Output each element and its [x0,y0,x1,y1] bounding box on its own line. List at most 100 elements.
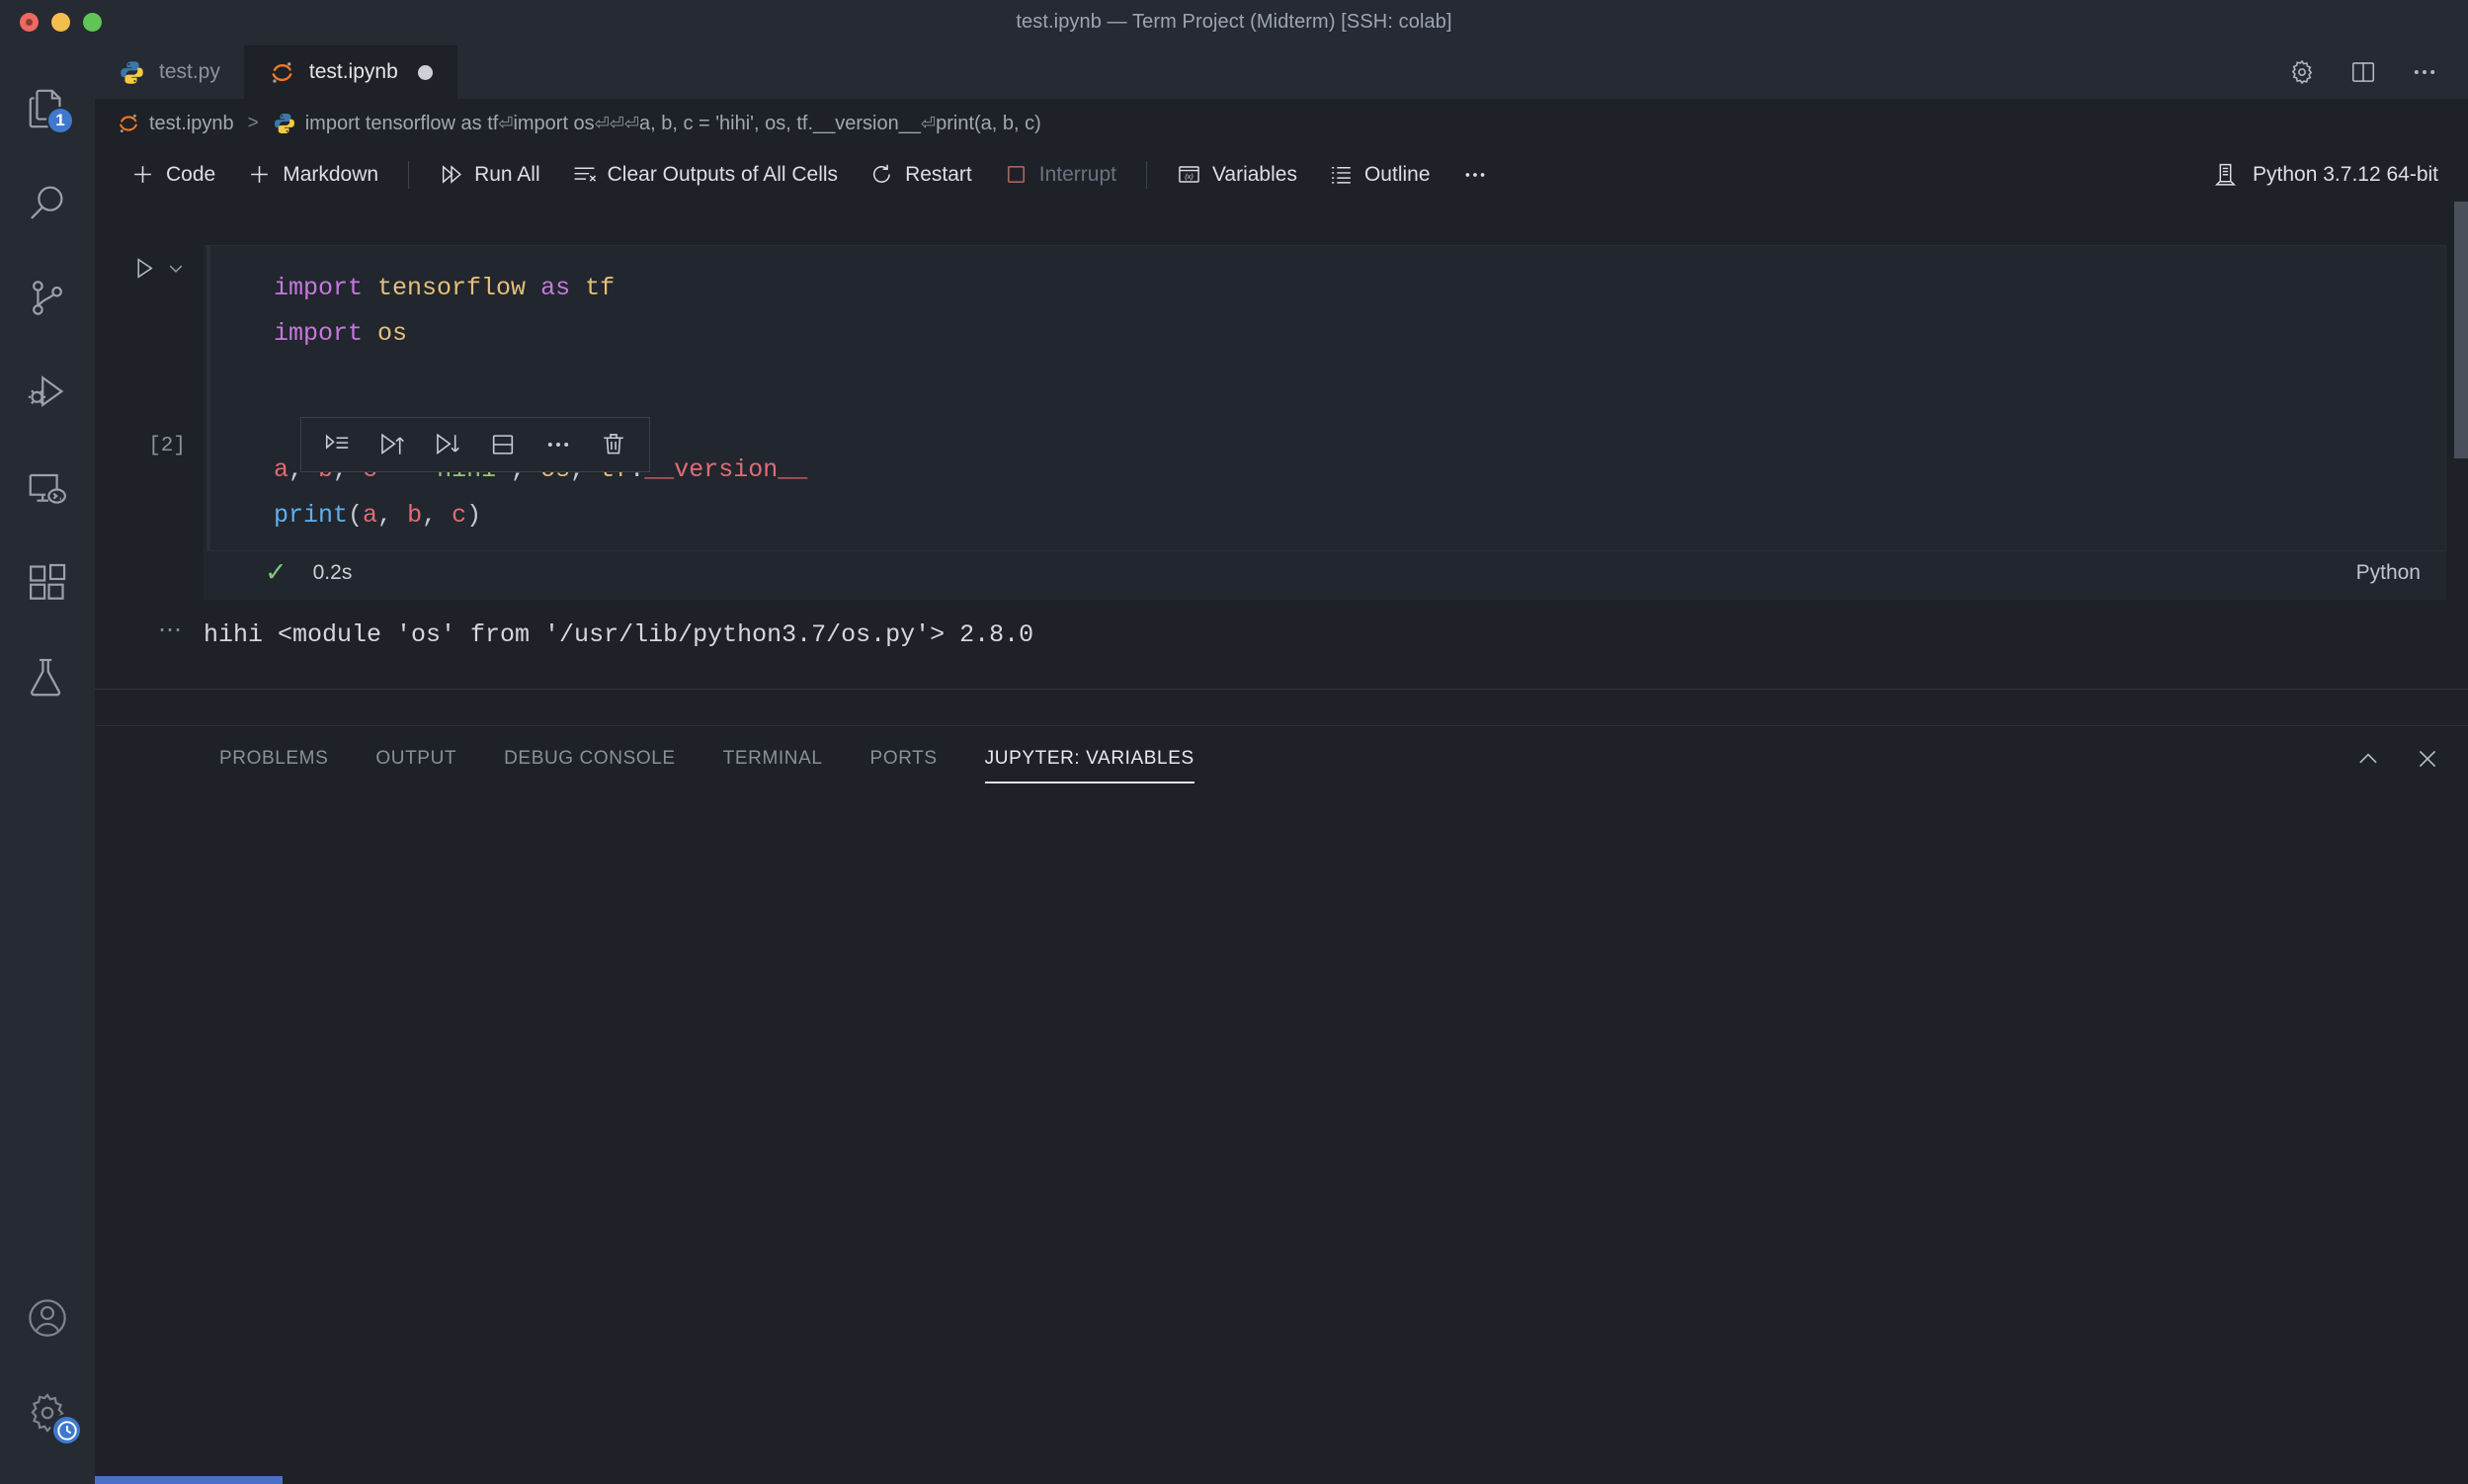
notebook-more-actions-button[interactable] [1446,156,1504,194]
output-more-button[interactable]: ⋯ [95,616,204,644]
code-token: , [422,501,452,530]
tab-problems[interactable]: PROBLEMS [219,734,328,783]
close-panel-button[interactable] [2415,746,2440,772]
restart-kernel-button[interactable]: Restart [854,156,988,193]
maximize-window-button[interactable] [83,13,102,32]
outline-button[interactable]: Outline [1313,156,1446,193]
sidebar-item-source-control[interactable] [0,251,95,346]
sidebar-item-explorer[interactable]: 1 [0,61,95,156]
notebook-scrollbar[interactable] [2454,202,2468,725]
clear-outputs-icon [574,167,596,182]
scrollbar-thumb[interactable] [2454,202,2468,458]
minimize-window-button[interactable] [51,13,70,32]
activity-bar-bottom [0,1271,95,1484]
clear-outputs-button[interactable]: Clear Outputs of All Cells [556,156,854,193]
tab-dirty-indicator[interactable] [417,64,433,80]
add-markdown-cell-button[interactable]: Markdown [231,156,394,193]
window-controls [0,13,102,32]
maximize-panel-button[interactable] [2355,746,2381,772]
cell-collapse-button[interactable] [166,259,186,284]
kernel-label: Python 3.7.12 64-bit [2253,162,2438,186]
tab-jupyter-variables[interactable]: JUPYTER: VARIABLES [984,734,1194,783]
run-by-line-icon [325,434,349,450]
cell-status-bar: ✓ 0.2s Python [204,551,2446,600]
source-control-icon [33,281,62,315]
code-token: a [363,501,378,530]
interrupt-kernel-button[interactable]: Interrupt [988,156,1132,193]
editor-toolbar [2288,45,2468,99]
add-code-cell-label: Code [166,162,216,186]
ellipsis-icon [1465,172,1484,177]
tab-test-ipynb[interactable]: test.ipynb [244,45,457,99]
toolbar-divider [408,160,410,189]
run-all-button[interactable]: Run All [423,156,556,193]
bottom-panel: PROBLEMS OUTPUT DEBUG CONSOLE TERMINAL P… [95,725,2468,1476]
tab-debug-console[interactable]: DEBUG CONSOLE [504,734,676,783]
code-token: os [377,319,408,348]
notebook-settings-button[interactable] [2288,58,2316,86]
outline-icon [1332,167,1351,184]
sidebar-item-extensions[interactable] [0,536,95,630]
tab-terminal[interactable]: TERMINAL [723,734,823,783]
add-code-cell-button[interactable]: Code [115,156,231,193]
tab-test-py[interactable]: test.py [95,45,245,99]
check-icon: ✓ [265,557,288,587]
variables-button[interactable]: (x) Variables [1161,156,1313,193]
kernel-selector[interactable]: Python 3.7.12 64-bit [2212,161,2468,188]
run-cell-button[interactable] [131,255,158,287]
tab-output[interactable]: OUTPUT [375,734,456,783]
split-cell-button[interactable] [475,418,531,471]
run-by-line-button[interactable] [309,418,365,471]
cell-editor[interactable]: import tensorflow as tfimport os a, b, c… [204,245,2446,551]
sidebar-item-remote-explorer[interactable] [0,441,95,536]
breadcrumb-code-fragment: import tensorflow as tf [304,112,499,134]
debug-icon [28,375,64,408]
code-token: tensorflow [377,274,527,302]
code-lines: import tensorflow as tfimport os a, b, c… [206,266,2445,538]
cell-more-actions-button[interactable] [531,418,586,471]
delete-cell-button[interactable] [586,418,641,471]
run-above-button[interactable] [365,418,420,471]
panel-actions [2355,746,2468,772]
svg-text:(x): (x) [1185,172,1193,181]
kernel-icon [2214,163,2237,186]
remote-indicator[interactable] [95,1476,283,1484]
cell-focus-bar [206,246,210,550]
cell-run-controls [131,255,186,287]
close-window-button[interactable] [20,13,39,32]
breadcrumb-code-fragment: import os [513,112,595,134]
trash-icon [604,434,623,454]
editor-area: test.py test.ipynb test.ipynb > import t… [95,45,2468,1484]
code-token: , [377,501,408,530]
sidebar-item-search[interactable] [0,156,95,251]
close-icon [2419,750,2436,768]
play-icon [137,258,153,279]
add-markdown-cell-label: Markdown [283,162,379,186]
cell-language-label[interactable]: Python [2356,561,2446,585]
notebook-bottom-divider [95,689,2468,690]
explorer-badge: 1 [46,107,74,134]
search-icon [31,186,63,219]
clock-icon [56,1420,77,1441]
run-below-button[interactable] [420,418,475,471]
sidebar-item-run-and-debug[interactable] [0,346,95,441]
vscode-window: test.ipynb — Term Project (Midterm) [SSH… [0,0,2468,1484]
sidebar-item-manage[interactable] [0,1365,95,1460]
breadcrumb-cell[interactable]: import tensorflow as tf⏎import os⏎⏎⏎a, b… [273,112,1041,135]
tab-label: test.ipynb [308,60,398,83]
breadcrumb-file[interactable]: test.ipynb [117,112,234,135]
sidebar-item-testing[interactable] [0,630,95,725]
variables-label: Variables [1211,162,1297,186]
notebook-toolbar: Code Markdown Run All Clear Outputs of A… [95,148,2468,202]
editor-more-actions-button[interactable] [2411,58,2438,86]
python-file-icon [121,60,143,84]
editor-tab-bar: test.py test.ipynb [95,45,2468,99]
ellipsis-icon [2414,70,2435,74]
tab-ports[interactable]: PORTS [870,734,938,783]
sidebar-item-accounts[interactable] [0,1271,95,1365]
split-editor-button[interactable] [2349,58,2377,86]
